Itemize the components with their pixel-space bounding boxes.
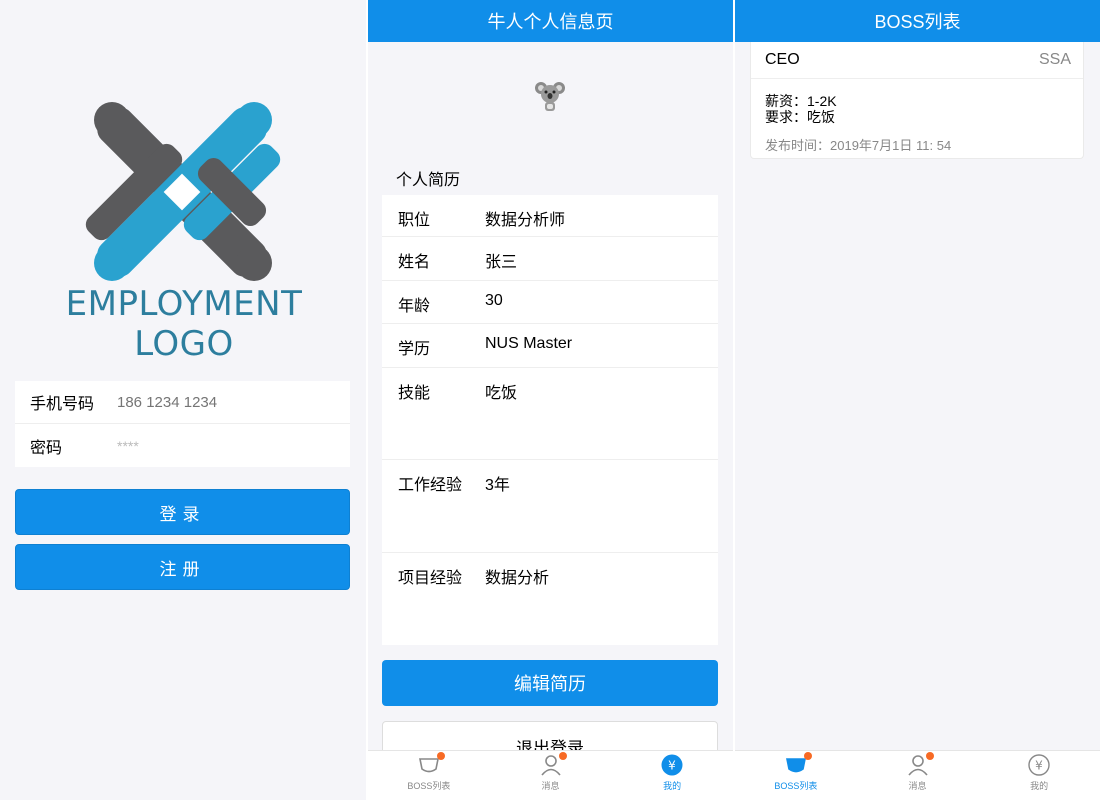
tab-bar: BOSS列表 消息 ¥ 我的: [735, 750, 1100, 800]
password-input[interactable]: ****: [117, 438, 317, 454]
tab-label: BOSS列表: [407, 781, 451, 791]
resume-key: 项目经验: [398, 570, 463, 587]
edit-resume-button[interactable]: 编辑简历: [382, 660, 718, 706]
card-extra: SSA: [1038, 51, 1071, 68]
navbar: 牛人个人信息页: [368, 0, 733, 42]
badge-dot: [558, 752, 567, 760]
message-user-icon: [539, 752, 567, 776]
logo-text: EMPLOYMENT LOGO: [65, 284, 303, 364]
register-button[interactable]: 注册: [15, 544, 350, 590]
card-header: CEO SSA: [751, 42, 1083, 79]
resume-key: 技能: [398, 385, 431, 402]
badge-dot: [436, 752, 445, 760]
tab-label: 我的: [663, 781, 682, 791]
resume-value: 30: [485, 292, 503, 309]
tab-label: 我的: [1030, 781, 1049, 791]
job-card[interactable]: CEO SSA 薪资：1-2K 要求：吃饭 发布时间：2019年7月1日 11:…: [750, 42, 1084, 159]
resume-row: 项目经验 数据分析: [382, 553, 718, 645]
resume-key: 工作经验: [398, 477, 463, 494]
card-title: CEO: [765, 51, 800, 68]
yen-icon: ¥: [1027, 754, 1051, 776]
tab-mine[interactable]: ¥ 我的: [611, 751, 733, 800]
boss-list-icon: [784, 752, 812, 776]
resume-row: 职位 数据分析师: [382, 195, 718, 237]
tab-label: 消息: [541, 781, 560, 791]
profile-panel: 牛人个人信息页 个人简历 职位 数据分析师 姓名 张三 年龄 30 学历 NUS…: [368, 0, 733, 800]
resume-key: 学历: [398, 341, 431, 358]
resume-value: 吃饭: [485, 385, 518, 402]
resume-value: 数据分析: [485, 570, 550, 587]
tab-mine[interactable]: ¥ 我的: [978, 751, 1100, 800]
tab-label: BOSS列表: [774, 781, 818, 791]
employment-logo: EMPLOYMENT LOGO: [14, 100, 354, 364]
resume-value: 数据分析师: [485, 212, 566, 229]
publish-time: 发布时间：2019年7月1日 11: 54: [765, 138, 952, 153]
login-panel: EMPLOYMENT LOGO 手机号码 密码 **** 登录 注册: [0, 0, 366, 800]
page-title: BOSS列表: [874, 12, 961, 32]
resume-row: 技能 吃饭: [382, 368, 718, 460]
resume-key: 职位: [398, 212, 431, 229]
yen-icon: ¥: [660, 754, 684, 776]
resume-list: 职位 数据分析师 姓名 张三 年龄 30 学历 NUS Master 技能 吃饭…: [382, 195, 718, 645]
badge-dot: [803, 752, 812, 760]
salary-text: 薪资：1-2K: [765, 93, 837, 109]
resume-key: 姓名: [398, 254, 431, 271]
badge-dot: [925, 752, 934, 760]
tab-boss-list[interactable]: BOSS列表: [368, 751, 490, 800]
tab-boss-list[interactable]: BOSS列表: [735, 751, 857, 800]
tab-messages[interactable]: 消息: [857, 751, 979, 800]
boss-list-panel: BOSS列表 CEO SSA 薪资：1-2K 要求：吃饭 发布时间：2019年7…: [735, 0, 1100, 800]
resume-row: 学历 NUS Master: [382, 324, 718, 368]
navbar: BOSS列表: [735, 0, 1100, 42]
svg-text:¥: ¥: [668, 759, 676, 773]
card-body: 薪资：1-2K 要求：吃饭: [751, 79, 1083, 129]
boss-list-icon: [417, 752, 445, 776]
koala-avatar-icon: [535, 80, 565, 112]
password-row: 密码 ****: [15, 424, 350, 467]
page-title: 牛人个人信息页: [487, 12, 614, 32]
svg-text:¥: ¥: [1035, 759, 1043, 773]
resume-value: 3年: [485, 477, 510, 494]
phone-row: 手机号码: [15, 381, 350, 424]
login-form: 手机号码 密码 ****: [15, 381, 350, 467]
section-title: 个人简历: [396, 172, 461, 189]
requirement-text: 要求：吃饭: [765, 109, 835, 125]
login-button[interactable]: 登录: [15, 489, 350, 535]
phone-label: 手机号码: [30, 396, 95, 413]
resume-key: 年龄: [398, 298, 431, 315]
message-user-icon: [906, 752, 934, 776]
password-label: 密码: [30, 439, 63, 457]
tab-label: 消息: [908, 781, 927, 791]
resume-row: 姓名 张三: [382, 237, 718, 281]
resume-row: 年龄 30: [382, 281, 718, 324]
resume-value: NUS Master: [485, 335, 573, 352]
tab-messages[interactable]: 消息: [490, 751, 612, 800]
tab-bar: BOSS列表 消息 ¥ 我的: [368, 750, 733, 800]
phone-input[interactable]: [117, 393, 317, 411]
resume-row: 工作经验 3年: [382, 460, 718, 553]
logo-graphic-icon: [85, 102, 281, 281]
resume-value: 张三: [485, 254, 518, 271]
